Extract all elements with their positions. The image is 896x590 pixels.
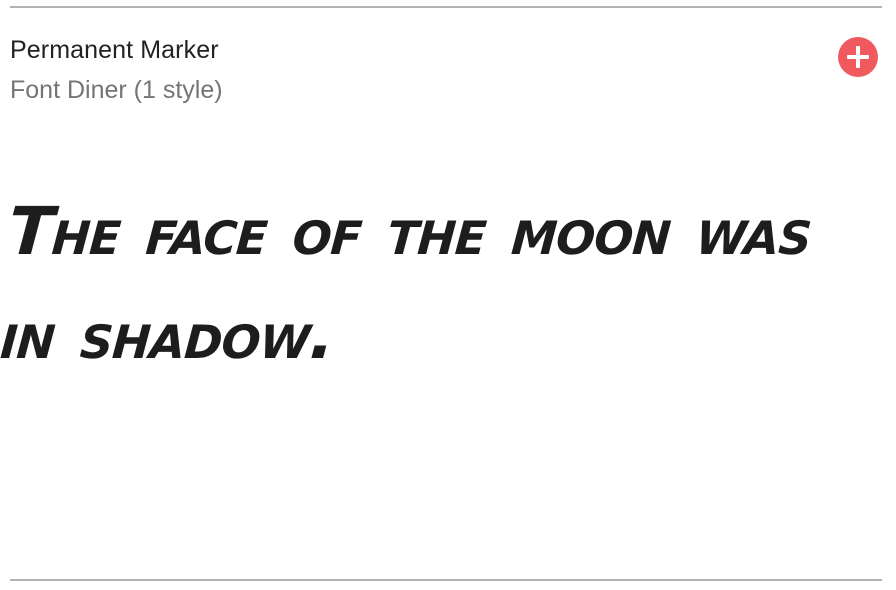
top-divider <box>10 6 882 8</box>
font-family-name[interactable]: Permanent Marker <box>10 36 219 65</box>
plus-icon <box>847 46 869 68</box>
add-font-button[interactable] <box>838 37 878 77</box>
bottom-divider <box>10 579 882 581</box>
font-card: Permanent Marker Font Diner (1 style) Th… <box>0 0 896 590</box>
font-sample-text[interactable]: The face of the moon was in shadow. <box>0 180 872 388</box>
font-designer-and-styles: Font Diner (1 style) <box>10 76 223 104</box>
